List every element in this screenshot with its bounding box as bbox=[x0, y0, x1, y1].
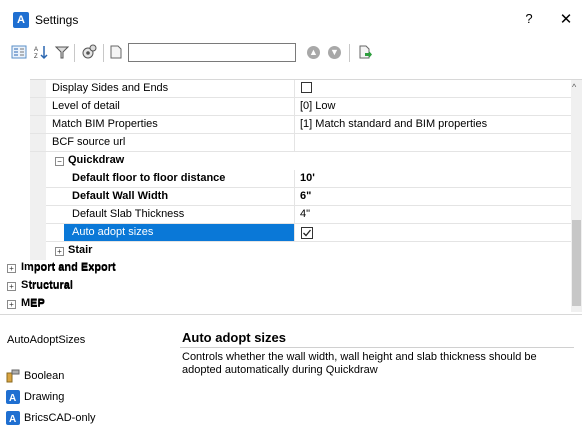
description-title: Auto adopt sizes bbox=[182, 330, 287, 345]
category-label: Quickdraw bbox=[68, 154, 125, 166]
arrow-up-icon: ▲ bbox=[309, 47, 318, 57]
property-row[interactable]: Default floor to floor distance 10' bbox=[46, 170, 571, 188]
expand-icon[interactable]: + bbox=[55, 247, 64, 256]
property-row-selected[interactable]: Auto adopt sizes bbox=[46, 224, 571, 242]
display-sides-checkbox[interactable] bbox=[301, 82, 312, 93]
categorized-view-icon[interactable] bbox=[11, 44, 27, 60]
expand-icon[interactable]: + bbox=[7, 264, 16, 273]
property-grid: Display Sides and Ends Level of detail [… bbox=[30, 79, 582, 313]
drawing-scope-icon: A bbox=[6, 390, 20, 404]
category-label-structural: Structural bbox=[21, 279, 73, 291]
scroll-up-icon[interactable]: ^ bbox=[572, 82, 576, 92]
property-name: Display Sides and Ends bbox=[52, 82, 169, 94]
help-button[interactable]: ? bbox=[519, 11, 539, 29]
category-mep[interactable]: + MEP bbox=[30, 296, 571, 313]
expand-icon[interactable]: + bbox=[7, 300, 16, 309]
property-row[interactable]: BCF source url bbox=[30, 134, 571, 152]
property-row[interactable]: Match BIM Properties [1] Match standard … bbox=[30, 116, 571, 134]
property-row[interactable]: Default Wall Width 6" bbox=[46, 188, 571, 206]
panel-splitter[interactable] bbox=[0, 314, 582, 315]
category-label: Stair bbox=[68, 244, 93, 256]
window-title: Settings bbox=[35, 13, 79, 27]
settings-gear-icon[interactable] bbox=[81, 44, 97, 60]
page-icon[interactable] bbox=[108, 44, 124, 60]
property-row[interactable]: Default Slab Thickness 4" bbox=[46, 206, 571, 224]
close-button[interactable]: ✕ bbox=[556, 10, 576, 28]
search-input[interactable] bbox=[128, 43, 296, 62]
property-value[interactable]: 10' bbox=[300, 172, 315, 184]
property-name: Default floor to floor distance bbox=[72, 172, 226, 184]
bricscad-app-icon: A bbox=[13, 12, 29, 28]
category-stair[interactable]: + Stair bbox=[30, 242, 571, 260]
arrow-down-icon: ▼ bbox=[330, 47, 339, 57]
property-row[interactable]: Display Sides and Ends bbox=[30, 80, 571, 98]
divider bbox=[180, 347, 574, 348]
previous-match-button[interactable]: ▲ bbox=[307, 46, 320, 59]
property-name: Default Wall Width bbox=[72, 190, 169, 202]
auto-adopt-checkbox-checked[interactable] bbox=[301, 227, 313, 239]
svg-text:A: A bbox=[34, 47, 38, 53]
scrollbar-thumb[interactable] bbox=[572, 220, 581, 306]
collapse-icon[interactable]: − bbox=[55, 157, 64, 166]
property-row[interactable]: Level of detail [0] Low bbox=[30, 98, 571, 116]
category-structural[interactable]: + Structural bbox=[30, 278, 571, 296]
property-name: Match BIM Properties bbox=[52, 118, 158, 130]
property-value[interactable]: 6" bbox=[300, 190, 311, 202]
bricscad-only-icon: A bbox=[6, 411, 20, 425]
svg-text:Z: Z bbox=[34, 54, 38, 60]
toolbar: A Z ▲ ▼ bbox=[0, 38, 582, 68]
title-bar: A Settings ? ✕ bbox=[0, 0, 582, 38]
property-value[interactable]: [1] Match standard and BIM properties bbox=[300, 118, 487, 130]
svg-text:A: A bbox=[9, 414, 16, 425]
category-quickdraw[interactable]: − Quickdraw bbox=[30, 152, 571, 170]
property-value[interactable]: [0] Low bbox=[300, 100, 335, 112]
filter-icon[interactable] bbox=[54, 44, 70, 60]
category-label-mep: MEP bbox=[21, 297, 45, 309]
svg-text:A: A bbox=[9, 393, 16, 404]
sort-alphabetical-icon[interactable]: A Z bbox=[33, 44, 49, 60]
property-name: Default Slab Thickness bbox=[72, 208, 185, 220]
category-label-import-export: Import and Export bbox=[21, 261, 116, 273]
expand-icon[interactable]: + bbox=[7, 282, 16, 291]
property-name: BCF source url bbox=[52, 136, 126, 148]
boolean-type-icon bbox=[6, 369, 20, 383]
property-name: Auto adopt sizes bbox=[72, 226, 154, 238]
description-text: Controls whether the wall width, wall he… bbox=[182, 351, 537, 376]
setting-key-name: AutoAdoptSizes bbox=[7, 334, 86, 346]
export-settings-icon[interactable] bbox=[357, 44, 373, 60]
property-value[interactable]: 4" bbox=[300, 208, 310, 220]
next-match-button[interactable]: ▼ bbox=[328, 46, 341, 59]
property-name: Level of detail bbox=[52, 100, 120, 112]
